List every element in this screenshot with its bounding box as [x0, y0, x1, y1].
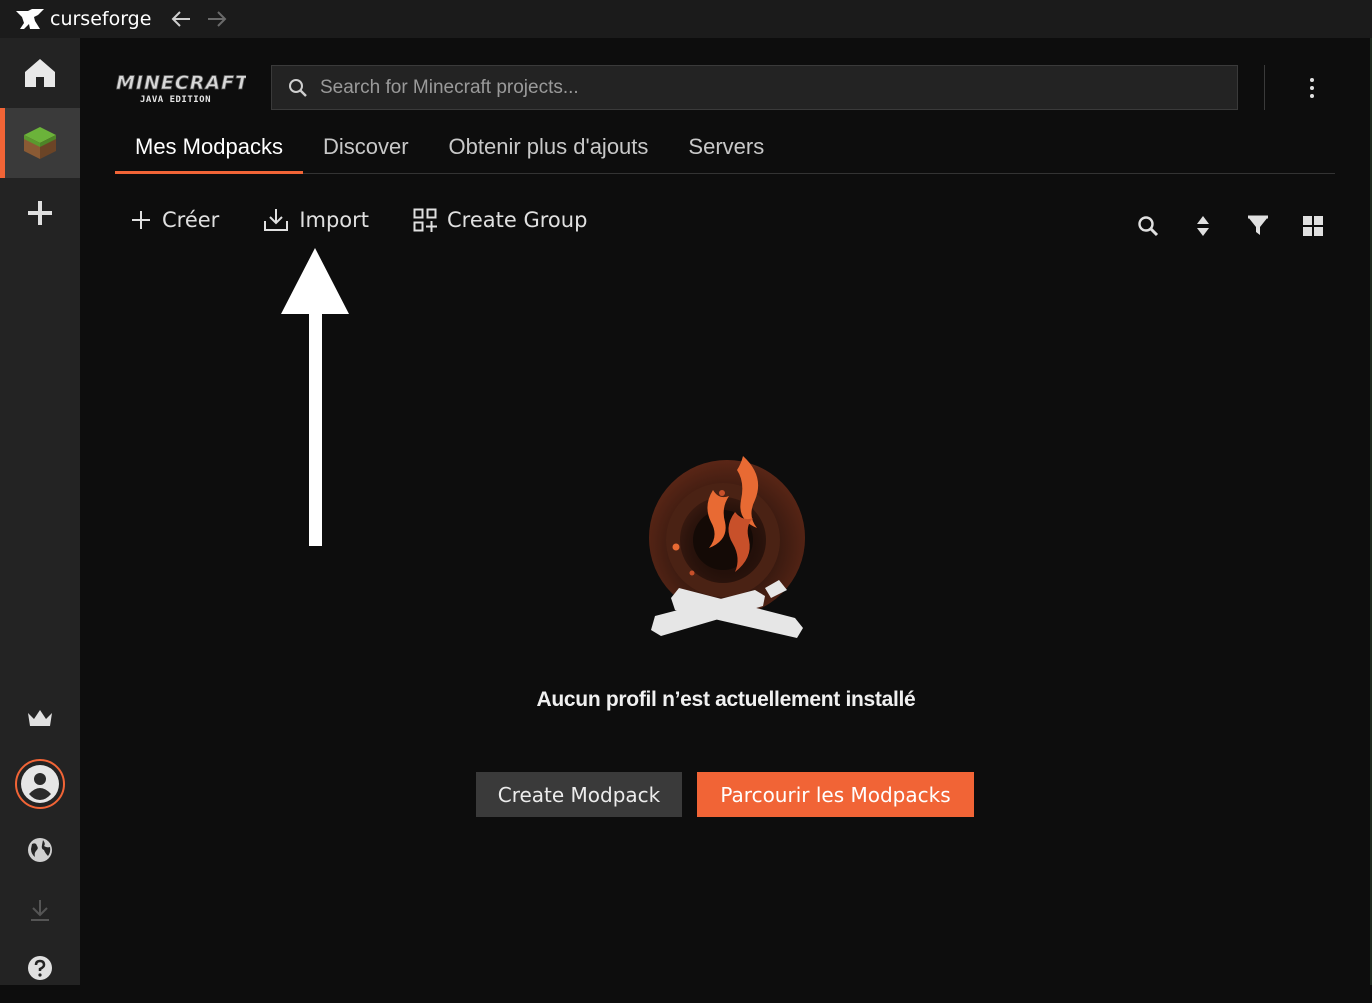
- create-group-icon: [413, 208, 438, 232]
- globe-icon: [28, 838, 52, 862]
- main-content: MINECRAFT JAVA EDITION Mes Modpacks Disc…: [80, 38, 1372, 985]
- search-input[interactable]: [320, 76, 1200, 99]
- search-icon[interactable]: [1133, 211, 1163, 241]
- header-divider: [1264, 65, 1265, 110]
- sidebar-item-profile[interactable]: [0, 749, 80, 819]
- search-bar[interactable]: [271, 65, 1238, 110]
- user-avatar-icon: [15, 759, 65, 809]
- minecraft-logo-subtitle: JAVA EDITION: [140, 95, 211, 104]
- empty-state-message: Aucun profil n’est actuellement installé: [536, 688, 916, 711]
- import-button[interactable]: Import: [263, 208, 369, 232]
- create-modpack-button[interactable]: Create Modpack: [476, 772, 682, 817]
- help-icon: [28, 956, 52, 980]
- plus-icon: [28, 201, 52, 225]
- arrow-left-icon[interactable]: [169, 7, 193, 31]
- create-group-label: Create Group: [447, 208, 588, 232]
- tab-mes-modpacks[interactable]: Mes Modpacks: [115, 126, 303, 174]
- minecraft-logo: MINECRAFT JAVA EDITION: [116, 72, 250, 109]
- tab-bar: Mes Modpacks Discover Obtenir plus d'ajo…: [115, 126, 1335, 174]
- minecraft-logo-title: MINECRAFT: [116, 72, 246, 94]
- title-bar: curseforge: [0, 0, 1372, 38]
- app-name: curseforge: [50, 8, 152, 30]
- annotation-arrow: [281, 248, 349, 546]
- sidebar-item-home[interactable]: [0, 38, 80, 108]
- tab-obtenir-plus-dajouts[interactable]: Obtenir plus d'ajouts: [429, 126, 669, 174]
- app-brand: curseforge: [16, 8, 151, 30]
- search-icon: [289, 78, 307, 97]
- sidebar-item-minecraft[interactable]: [0, 108, 80, 178]
- tab-servers[interactable]: Servers: [668, 126, 784, 174]
- minecraft-grass-block-icon: [24, 127, 56, 159]
- crown-icon: [28, 710, 52, 726]
- import-label: Import: [299, 208, 370, 232]
- plus-icon: [132, 211, 150, 229]
- campfire-illustration: [649, 456, 805, 638]
- modpack-toolbar: Créer Import Create Group: [130, 208, 631, 232]
- home-icon: [25, 59, 55, 87]
- sort-icon[interactable]: [1188, 211, 1218, 241]
- import-icon: [264, 209, 289, 231]
- create-group-button[interactable]: Create Group: [413, 208, 587, 232]
- arrow-right-icon[interactable]: [205, 7, 229, 31]
- filter-icon[interactable]: [1243, 211, 1273, 241]
- sidebar-item-add-game[interactable]: [0, 178, 80, 248]
- sidebar: [0, 38, 80, 985]
- create-label: Créer: [162, 208, 220, 232]
- sidebar-item-help[interactable]: [0, 933, 80, 1003]
- sidebar-item-premium[interactable]: [0, 683, 80, 753]
- view-tools: [1133, 211, 1353, 241]
- create-button[interactable]: Créer: [130, 208, 219, 232]
- download-icon: [31, 900, 49, 921]
- browse-modpacks-button[interactable]: Parcourir les Modpacks: [697, 772, 974, 817]
- tab-discover[interactable]: Discover: [303, 126, 429, 174]
- grid-view-icon[interactable]: [1298, 211, 1328, 241]
- more-options-icon[interactable]: [1300, 73, 1324, 103]
- curseforge-logo-icon: [16, 9, 44, 29]
